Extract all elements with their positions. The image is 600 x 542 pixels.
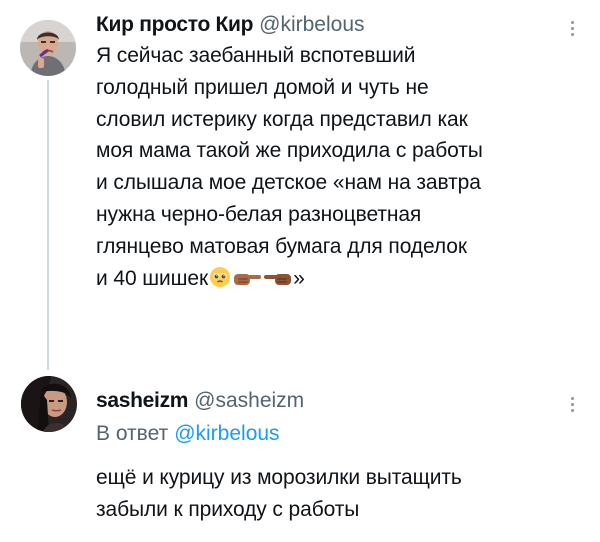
reply-to-prefix: В ответ — [96, 422, 169, 445]
display-name[interactable]: Кир просто Кир — [96, 13, 253, 36]
tweet-text-line: глянцево матовая бумага для поделок — [96, 234, 467, 258]
tweet-text-fragment: и 40 шишек — [96, 266, 209, 290]
backhand-index-pointing-left-emoji — [263, 266, 293, 298]
reply-to: В ответ @kirbelous — [96, 420, 280, 448]
tweet-text-line: и слышала мое детское «нам на завтра — [96, 171, 481, 195]
tweet-text: ещё и курицу из морозилки вытащить забыл… — [96, 462, 582, 526]
thread-line — [47, 80, 49, 370]
tweet-header: Кир просто Кир @kirbelous — [96, 12, 365, 38]
tweet-text-fragment: » — [293, 266, 305, 290]
more-icon[interactable] — [562, 18, 582, 38]
tweet-text: Я сейчас заебанный вспотевший голодный п… — [96, 40, 582, 297]
pleading-face-emoji — [209, 266, 231, 298]
tweet-text-line: нужна черно-белая разноцветная — [96, 202, 422, 226]
handle[interactable]: @sasheizm — [194, 389, 304, 412]
tweet[interactable]: Кир просто Кир @kirbelous Я сейчас заебан… — [0, 0, 600, 370]
display-name[interactable]: sasheizm — [96, 389, 188, 412]
avatar[interactable] — [20, 20, 76, 76]
tweet-text-line-last: и 40 шишек » — [96, 263, 582, 298]
tweet-text-line: моя мама такой же приходила с работы — [96, 139, 483, 163]
tweet[interactable]: sasheizm @sasheizm В ответ @kirbelous ещё … — [0, 368, 600, 542]
tweet-text-line: забыли к приходу с работы — [96, 497, 360, 521]
backhand-index-pointing-right-emoji — [232, 266, 262, 298]
reply-to-mention[interactable]: @kirbelous — [174, 422, 279, 445]
handle[interactable]: @kirbelous — [259, 13, 364, 36]
avatar[interactable] — [21, 376, 77, 432]
tweet-text-line: голодный пришел домой и чуть не — [96, 75, 429, 99]
more-icon[interactable] — [562, 394, 582, 414]
tweet-text-line: словил истерику когда представил как — [96, 107, 468, 131]
tweet-text-line: Я сейчас заебанный вспотевший — [96, 44, 416, 67]
tweet-header: sasheizm @sasheizm — [96, 388, 304, 414]
tweet-text-line: ещё и курицу из морозилки вытащить — [96, 466, 462, 489]
